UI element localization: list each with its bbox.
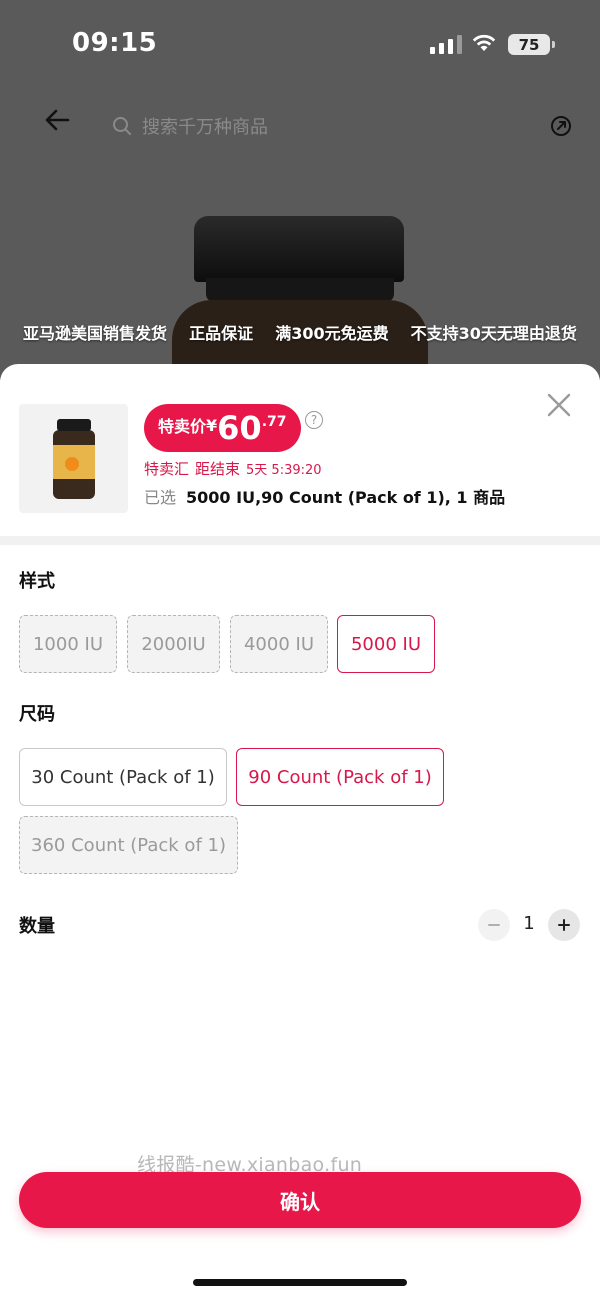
price-currency: ¥	[206, 415, 218, 435]
status-time: 09:15	[72, 28, 158, 58]
quantity-title: 数量	[19, 916, 55, 937]
price-decimal: .77	[261, 414, 287, 430]
confirm-button[interactable]: 确认	[19, 1172, 581, 1228]
style-section-title: 样式	[19, 571, 55, 592]
size-section-title: 尺码	[19, 704, 55, 725]
increment-button[interactable]	[548, 909, 580, 941]
promo-banner: 亚马逊美国销售发货 正品保证 满300元免运费 不支持30天无理由退货	[0, 320, 600, 344]
price-integer: 60	[217, 409, 262, 447]
price-label: 特卖价	[158, 417, 207, 436]
style-option-5000iu[interactable]: 5000 IU	[337, 615, 435, 673]
search-bar[interactable]: 搜索千万种商品	[112, 112, 268, 140]
minus-icon	[488, 924, 500, 926]
promo-item: 满300元免运费	[275, 324, 389, 343]
plus-icon	[558, 919, 570, 931]
style-option-4000iu[interactable]: 4000 IU	[230, 615, 328, 673]
section-divider	[0, 536, 600, 545]
decrement-button[interactable]	[478, 909, 510, 941]
price-badge: 特卖价 ¥ 60 .77	[144, 404, 301, 452]
quantity-value: 1	[523, 913, 535, 934]
size-option-360-count[interactable]: 360 Count (Pack of 1)	[19, 816, 238, 874]
product-image-neck	[206, 278, 394, 302]
status-bar: 09:15 75	[0, 0, 600, 90]
deal-name: 特卖汇	[144, 460, 190, 478]
back-arrow-icon[interactable]	[42, 104, 74, 136]
search-icon	[113, 117, 131, 135]
help-icon[interactable]: ?	[305, 411, 323, 429]
battery-indicator: 75	[508, 34, 555, 55]
product-page-background: 09:15 75 搜索千万种商品 亚马逊美国销售发货 正品保证 满300元免运费…	[0, 0, 600, 380]
share-icon[interactable]	[549, 114, 573, 138]
countdown-timer: 5天 5:39:20	[246, 463, 322, 478]
size-option-90-count[interactable]: 90 Count (Pack of 1)	[236, 748, 444, 806]
wifi-icon	[472, 34, 496, 51]
promo-item: 亚马逊美国销售发货	[23, 324, 168, 343]
promo-item: 正品保证	[189, 324, 254, 343]
selected-value: 5000 IU,90 Count (Pack of 1), 1 商品	[186, 488, 506, 507]
promo-item: 不支持30天无理由退货	[410, 324, 577, 343]
sheet-header: 特卖价 ¥ 60 .77 ? 特卖汇 距结束 5天 5:39:20 已选 500…	[0, 364, 600, 536]
selected-summary: 已选 5000 IU,90 Count (Pack of 1), 1 商品	[144, 484, 505, 508]
countdown-label: 距结束	[195, 460, 241, 478]
deal-countdown: 特卖汇 距结束 5天 5:39:20	[144, 458, 322, 479]
style-option-2000iu[interactable]: 2000IU	[127, 615, 220, 673]
search-placeholder: 搜索千万种商品	[142, 117, 268, 138]
selected-label: 已选	[144, 488, 177, 507]
size-option-30-count[interactable]: 30 Count (Pack of 1)	[19, 748, 227, 806]
product-image-cap	[194, 216, 404, 282]
product-thumbnail	[19, 404, 128, 513]
cellular-signal-icon	[430, 34, 462, 54]
sku-selector-sheet: 特卖价 ¥ 60 .77 ? 特卖汇 距结束 5天 5:39:20 已选 500…	[0, 364, 600, 1300]
vitamin-bottle-image	[52, 418, 95, 499]
style-option-1000iu[interactable]: 1000 IU	[19, 615, 117, 673]
close-icon[interactable]	[546, 392, 572, 418]
home-indicator	[193, 1279, 407, 1286]
